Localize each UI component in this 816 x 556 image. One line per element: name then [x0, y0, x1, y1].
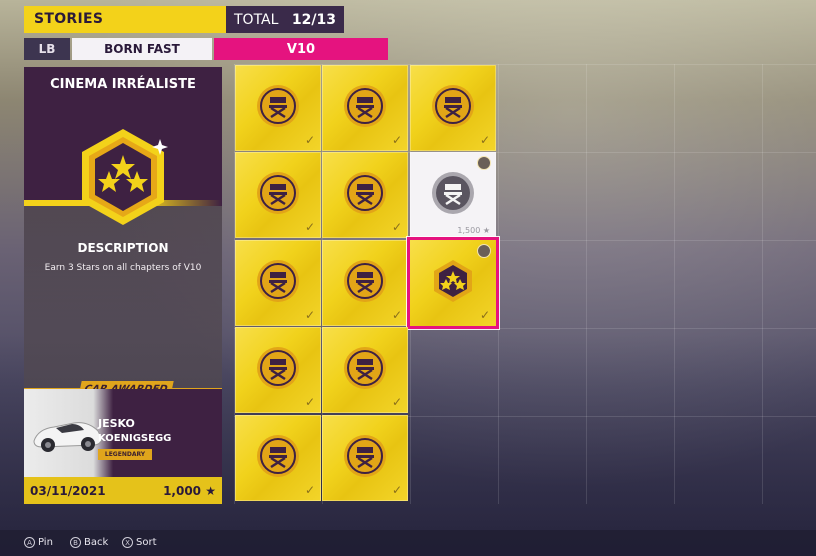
- chapter-tile[interactable]: ✓: [322, 327, 408, 413]
- check-icon: ✓: [479, 308, 490, 322]
- bumper-lb-hint[interactable]: LB: [24, 38, 70, 60]
- check-icon: ✓: [391, 395, 402, 409]
- pin-label: Pin: [38, 537, 53, 548]
- chapter-tile[interactable]: ✓: [410, 65, 496, 151]
- car-model: JESKO: [98, 417, 135, 430]
- check-icon: ✓: [391, 220, 402, 234]
- director-chair-medal-icon: [257, 172, 299, 214]
- tab-v10[interactable]: V10: [214, 38, 388, 60]
- director-chair-medal-icon: [344, 172, 386, 214]
- three-stars-badge-icon: [82, 129, 168, 225]
- back-hint[interactable]: B Back: [70, 537, 108, 548]
- total-value: 12/13: [291, 11, 336, 28]
- check-icon: ✓: [304, 308, 315, 322]
- sort-label: Sort: [136, 537, 157, 548]
- detail-panel: CINEMA IRRÉALISTE DESCRIPTION Earn 3 Sta…: [24, 67, 222, 504]
- total-counter: TOTAL 12/13: [226, 6, 344, 33]
- director-chair-medal-icon: [344, 347, 386, 389]
- completion-date: 03/11/2021: [30, 483, 106, 498]
- a-button-icon: A: [24, 537, 35, 548]
- check-icon: ✓: [391, 308, 402, 322]
- director-chair-medal-icon: [432, 85, 474, 127]
- pin-hint[interactable]: A Pin: [24, 537, 53, 548]
- description-title: DESCRIPTION: [77, 241, 169, 255]
- check-icon: ✓: [391, 483, 402, 497]
- story-title: CINEMA IRRÉALISTE: [50, 77, 196, 92]
- x-button-icon: X: [122, 537, 133, 548]
- director-chair-medal-icon: [257, 347, 299, 389]
- director-chair-medal-icon: [344, 85, 386, 127]
- description-text: Earn 3 Stars on all chapters of V10: [44, 263, 202, 273]
- director-chair-medal-icon: [344, 260, 386, 302]
- reward-icon: [477, 156, 491, 170]
- b-button-icon: B: [70, 537, 81, 548]
- points-number: 1,000: [163, 483, 202, 498]
- total-label: TOTAL: [234, 11, 279, 28]
- chapter-tile[interactable]: ✓: [235, 65, 321, 151]
- three-stars-medal-icon: [434, 260, 472, 302]
- chapter-tile[interactable]: ✓: [322, 65, 408, 151]
- car-reward-icon: [477, 244, 491, 258]
- chapter-tile[interactable]: ✓: [235, 327, 321, 413]
- detail-footer: 03/11/2021 1,000 ★: [24, 477, 222, 504]
- check-icon: ✓: [304, 483, 315, 497]
- director-chair-medal-icon: [344, 435, 386, 477]
- check-icon: ✓: [304, 395, 315, 409]
- tile-cost: 1,500 ★: [457, 226, 490, 235]
- check-icon: ✓: [304, 133, 315, 147]
- chapter-tile[interactable]: ✓: [322, 152, 408, 238]
- director-chair-locked-icon: [432, 172, 474, 214]
- check-icon: ✓: [479, 133, 490, 147]
- car-make: KOENIGSEGG: [98, 433, 172, 444]
- car-card: JESKO KOENIGSEGG LEGENDARY: [24, 389, 222, 477]
- chapter-tile[interactable]: ✓: [235, 240, 321, 326]
- tile-cost-value: 1,500: [457, 226, 481, 235]
- chapter-tile-locked[interactable]: 1,500 ★: [410, 152, 496, 238]
- back-label: Back: [84, 537, 109, 548]
- chapter-tile-selected[interactable]: ✓: [407, 237, 499, 329]
- sort-hint[interactable]: X Sort: [122, 537, 157, 548]
- page-title: STORIES: [24, 6, 226, 33]
- tab-born-fast[interactable]: BORN FAST: [72, 38, 212, 60]
- director-chair-medal-icon: [257, 260, 299, 302]
- director-chair-medal-icon: [257, 85, 299, 127]
- director-chair-medal-icon: [257, 435, 299, 477]
- skill-points-icon: ★: [205, 483, 216, 498]
- chapter-tile[interactable]: ✓: [322, 240, 408, 326]
- chapter-tile[interactable]: ✓: [322, 415, 408, 501]
- car-rarity-badge: LEGENDARY: [98, 449, 152, 460]
- check-icon: ✓: [391, 133, 402, 147]
- points-value: 1,000 ★: [163, 484, 216, 498]
- chapter-tile[interactable]: ✓: [235, 415, 321, 501]
- car-image-icon: [33, 422, 103, 452]
- chapter-tile[interactable]: ✓: [235, 152, 321, 238]
- check-icon: ✓: [304, 220, 315, 234]
